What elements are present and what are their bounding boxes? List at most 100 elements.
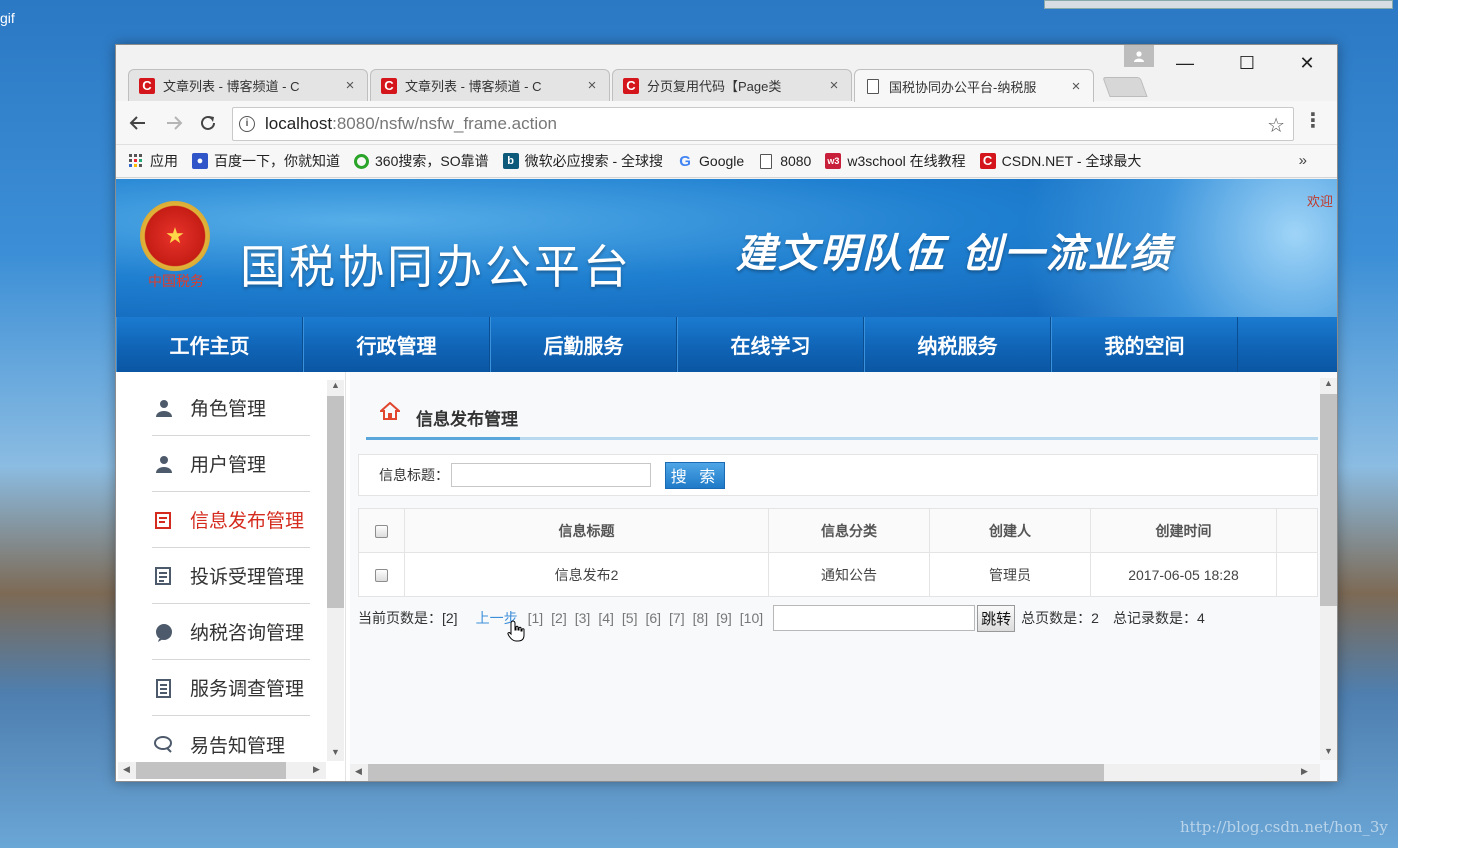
- nav-home[interactable]: 工作主页: [116, 317, 303, 372]
- url-text[interactable]: localhost:8080/nsfw/nsfw_frame.action: [265, 114, 557, 134]
- scrollbar-thumb[interactable]: [368, 764, 1104, 781]
- back-button[interactable]: [126, 111, 150, 135]
- bookmark-360[interactable]: 360搜索，SO靠谱: [354, 151, 489, 171]
- browser-tab[interactable]: C 分页复用代码【Page类 ×: [612, 69, 852, 101]
- content-horizontal-scrollbar[interactable]: ◀ ▶: [350, 764, 1320, 781]
- scroll-down-icon[interactable]: ▼: [327, 747, 344, 757]
- jump-button[interactable]: 跳转: [977, 604, 1016, 632]
- maximize-button[interactable]: ☐: [1224, 51, 1270, 75]
- sidebar-item-role[interactable]: 角色管理: [152, 380, 310, 436]
- table-header-row: 信息标题 信息分类 创建人 创建时间: [358, 508, 1318, 553]
- current-page-label: 当前页数是：[2]: [358, 610, 458, 626]
- sidebar-item-survey[interactable]: 服务调查管理: [152, 660, 310, 716]
- tab-close-icon[interactable]: ×: [585, 77, 599, 94]
- page-link[interactable]: [3]: [575, 610, 591, 626]
- reload-button[interactable]: [196, 111, 220, 135]
- forward-button[interactable]: [162, 111, 186, 135]
- browser-tab-active[interactable]: 国税协同办公平台-纳税服 ×: [854, 69, 1094, 102]
- scroll-down-icon[interactable]: ▼: [1320, 746, 1337, 756]
- content-vertical-scrollbar[interactable]: ▲ ▼: [1320, 378, 1337, 760]
- page-link[interactable]: [2]: [551, 610, 567, 626]
- tab-close-icon[interactable]: ×: [827, 77, 841, 94]
- row-checkbox-cell[interactable]: [358, 552, 405, 597]
- bookmark-label: w3school 在线教程: [847, 153, 966, 169]
- scroll-right-icon[interactable]: ▶: [308, 764, 325, 775]
- forward-arrow-icon: [167, 116, 183, 130]
- nav-my-space[interactable]: 我的空间: [1051, 317, 1238, 372]
- sidebar-vertical-scrollbar[interactable]: ▲ ▼: [327, 380, 344, 761]
- page-link[interactable]: [8]: [693, 610, 709, 626]
- sidebar-item-info-publish[interactable]: 信息发布管理: [152, 492, 310, 548]
- bookmark-label: Google: [699, 153, 745, 169]
- site-title: 国税协同办公平台: [240, 241, 632, 293]
- page-link[interactable]: [1]: [528, 610, 544, 626]
- select-all-checkbox[interactable]: [375, 525, 388, 539]
- scroll-left-icon[interactable]: ◀: [118, 764, 135, 775]
- sidebar-horizontal-scrollbar[interactable]: ◀ ▶: [118, 762, 326, 779]
- browser-menu-icon[interactable]: ⋮: [1303, 111, 1323, 131]
- watermark: http://blog.csdn.net/hon_3y: [1180, 818, 1388, 836]
- tab-close-icon[interactable]: ×: [1069, 78, 1083, 95]
- nav-learning[interactable]: 在线学习: [677, 317, 864, 372]
- document-icon: [865, 78, 881, 94]
- bookmark-star-icon[interactable]: ☆: [1267, 113, 1285, 138]
- bookmark-baidu[interactable]: ● 百度一下，你就知道: [192, 151, 340, 171]
- bookmark-google[interactable]: G Google: [677, 153, 745, 170]
- info-table: 信息标题 信息分类 创建人 创建时间 信息发布2 通知公告 管理员 2017-0…: [358, 508, 1318, 597]
- user-icon: [152, 396, 176, 420]
- nav-logistics[interactable]: 后勤服务: [490, 317, 677, 372]
- scroll-up-icon[interactable]: ▲: [1320, 378, 1337, 388]
- reload-icon: [201, 115, 215, 130]
- bookmark-apps[interactable]: 应用: [128, 151, 178, 171]
- row-checkbox[interactable]: [375, 569, 388, 583]
- browser-window: C 文章列表 - 博客频道 - C × C 文章列表 - 博客频道 - C × …: [115, 44, 1338, 782]
- close-window-button[interactable]: ✕: [1284, 51, 1330, 75]
- select-all-checkbox-cell[interactable]: [358, 508, 405, 553]
- new-tab-button[interactable]: [1102, 77, 1148, 97]
- bookmark-w3school[interactable]: w3 w3school 在线教程: [825, 151, 966, 171]
- sidebar-item-complaint[interactable]: 投诉受理管理: [152, 548, 310, 604]
- jump-page-input[interactable]: [773, 605, 976, 631]
- scrollbar-thumb[interactable]: [136, 762, 286, 779]
- page-link[interactable]: [9]: [716, 610, 732, 626]
- tab-title: 文章列表 - 博客频道 - C: [405, 79, 542, 94]
- nav-admin[interactable]: 行政管理: [303, 317, 490, 372]
- browser-tab[interactable]: C 文章列表 - 博客频道 - C ×: [370, 69, 610, 101]
- nav-tax-service[interactable]: 纳税服务: [864, 317, 1051, 372]
- column-header: 创建时间: [1090, 508, 1277, 553]
- page-link[interactable]: [6]: [645, 610, 661, 626]
- w3school-icon: w3: [825, 153, 842, 169]
- browser-tab[interactable]: C 文章列表 - 博客频道 - C ×: [128, 69, 368, 101]
- sidebar-item-consult[interactable]: 纳税咨询管理: [152, 604, 310, 660]
- back-arrow-icon: [129, 116, 145, 130]
- cell-created: 2017-06-05 18:28: [1090, 552, 1277, 597]
- search-button[interactable]: 搜 索: [665, 461, 725, 489]
- bookmark-8080[interactable]: 8080: [758, 153, 811, 169]
- scroll-up-icon[interactable]: ▲: [327, 380, 344, 390]
- search-input[interactable]: [451, 463, 651, 487]
- welcome-text: 欢迎: [1306, 194, 1333, 209]
- bookmarks-overflow-icon[interactable]: »: [1299, 152, 1307, 169]
- csdn-icon: C: [979, 153, 996, 169]
- tab-close-icon[interactable]: ×: [343, 77, 357, 94]
- scroll-right-icon[interactable]: ▶: [1296, 766, 1313, 777]
- scrollbar-thumb[interactable]: [1320, 394, 1337, 606]
- address-bar[interactable]: i localhost:8080/nsfw/nsfw_frame.action …: [232, 107, 1294, 141]
- apps-grid-icon: [128, 153, 144, 169]
- page-link[interactable]: [4]: [598, 610, 614, 626]
- profile-icon[interactable]: [1124, 45, 1154, 67]
- page-link[interactable]: [10]: [740, 610, 763, 626]
- bookmark-label: 应用: [150, 153, 178, 169]
- bookmark-bing[interactable]: b 微软必应搜索 - 全球搜: [502, 151, 663, 171]
- scroll-left-icon[interactable]: ◀: [350, 766, 367, 777]
- page-link[interactable]: [5]: [622, 610, 638, 626]
- sidebar-item-user[interactable]: 用户管理: [152, 436, 310, 492]
- page-link[interactable]: [7]: [669, 610, 685, 626]
- column-header: [1276, 508, 1318, 553]
- scrollbar-thumb[interactable]: [327, 396, 344, 608]
- column-header: 信息分类: [768, 508, 930, 553]
- minimize-button[interactable]: —: [1162, 51, 1208, 75]
- bookmark-csdn[interactable]: C CSDN.NET - 全球最大: [979, 151, 1141, 171]
- site-info-icon[interactable]: i: [239, 116, 255, 132]
- 360-icon: [354, 153, 369, 169]
